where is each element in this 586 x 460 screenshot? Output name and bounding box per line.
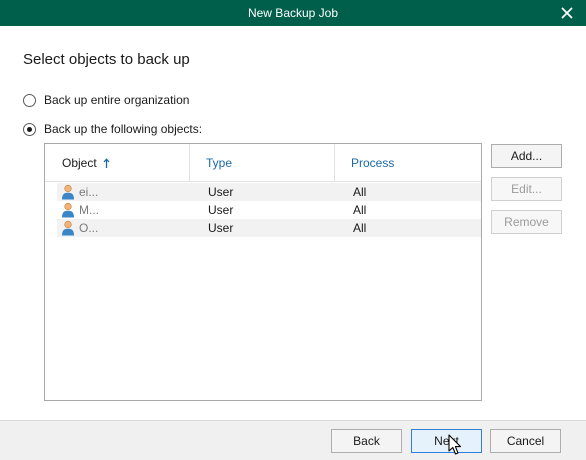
object-name: ei... — [79, 185, 99, 199]
column-header-type[interactable]: Type — [190, 144, 335, 182]
close-icon — [561, 7, 573, 19]
page-heading: Select objects to back up — [23, 51, 190, 68]
title-bar: New Backup Job — [0, 0, 586, 26]
radio-following-objects[interactable]: Back up the following objects: — [23, 122, 202, 136]
column-header-process[interactable]: Process — [335, 144, 481, 182]
object-type: User — [208, 221, 234, 235]
table-row[interactable]: O... User All — [57, 219, 481, 237]
column-header-object[interactable]: Object — [45, 144, 190, 182]
table-row[interactable]: M... User All — [57, 201, 481, 219]
object-process: All — [353, 185, 367, 199]
user-icon — [62, 184, 74, 200]
user-icon — [62, 220, 74, 236]
dialog-footer: Back Next Cancel — [0, 420, 586, 460]
add-button[interactable]: Add... — [491, 144, 562, 168]
object-process: All — [353, 221, 367, 235]
back-button[interactable]: Back — [331, 429, 402, 453]
object-process: All — [353, 203, 367, 217]
object-name: O... — [79, 221, 99, 235]
remove-button[interactable]: Remove — [491, 210, 562, 234]
column-label: Process — [351, 156, 395, 170]
object-type: User — [208, 185, 234, 199]
radio-entire-organization[interactable]: Back up entire organization — [23, 93, 189, 107]
grid-header: Object Type Process — [45, 144, 481, 182]
radio-label: Back up the following objects: — [44, 122, 203, 136]
table-row[interactable]: ei... User All — [57, 183, 481, 201]
objects-grid[interactable]: Object Type Process ei... User All M... — [44, 143, 482, 401]
edit-button[interactable]: Edit... — [491, 177, 562, 201]
radio-label: Back up entire organization — [44, 93, 190, 107]
column-label: Object — [62, 156, 97, 170]
radio-button-selected[interactable] — [23, 122, 36, 136]
object-name: M... — [79, 203, 99, 217]
column-label: Type — [206, 156, 233, 170]
user-icon — [62, 202, 74, 218]
window-title: New Backup Job — [247, 6, 339, 20]
object-type: User — [208, 203, 234, 217]
next-button[interactable]: Next — [411, 429, 482, 453]
radio-button[interactable] — [23, 93, 36, 107]
sort-ascending-icon — [103, 157, 110, 169]
cancel-button[interactable]: Cancel — [490, 429, 561, 453]
close-button[interactable] — [558, 4, 576, 22]
